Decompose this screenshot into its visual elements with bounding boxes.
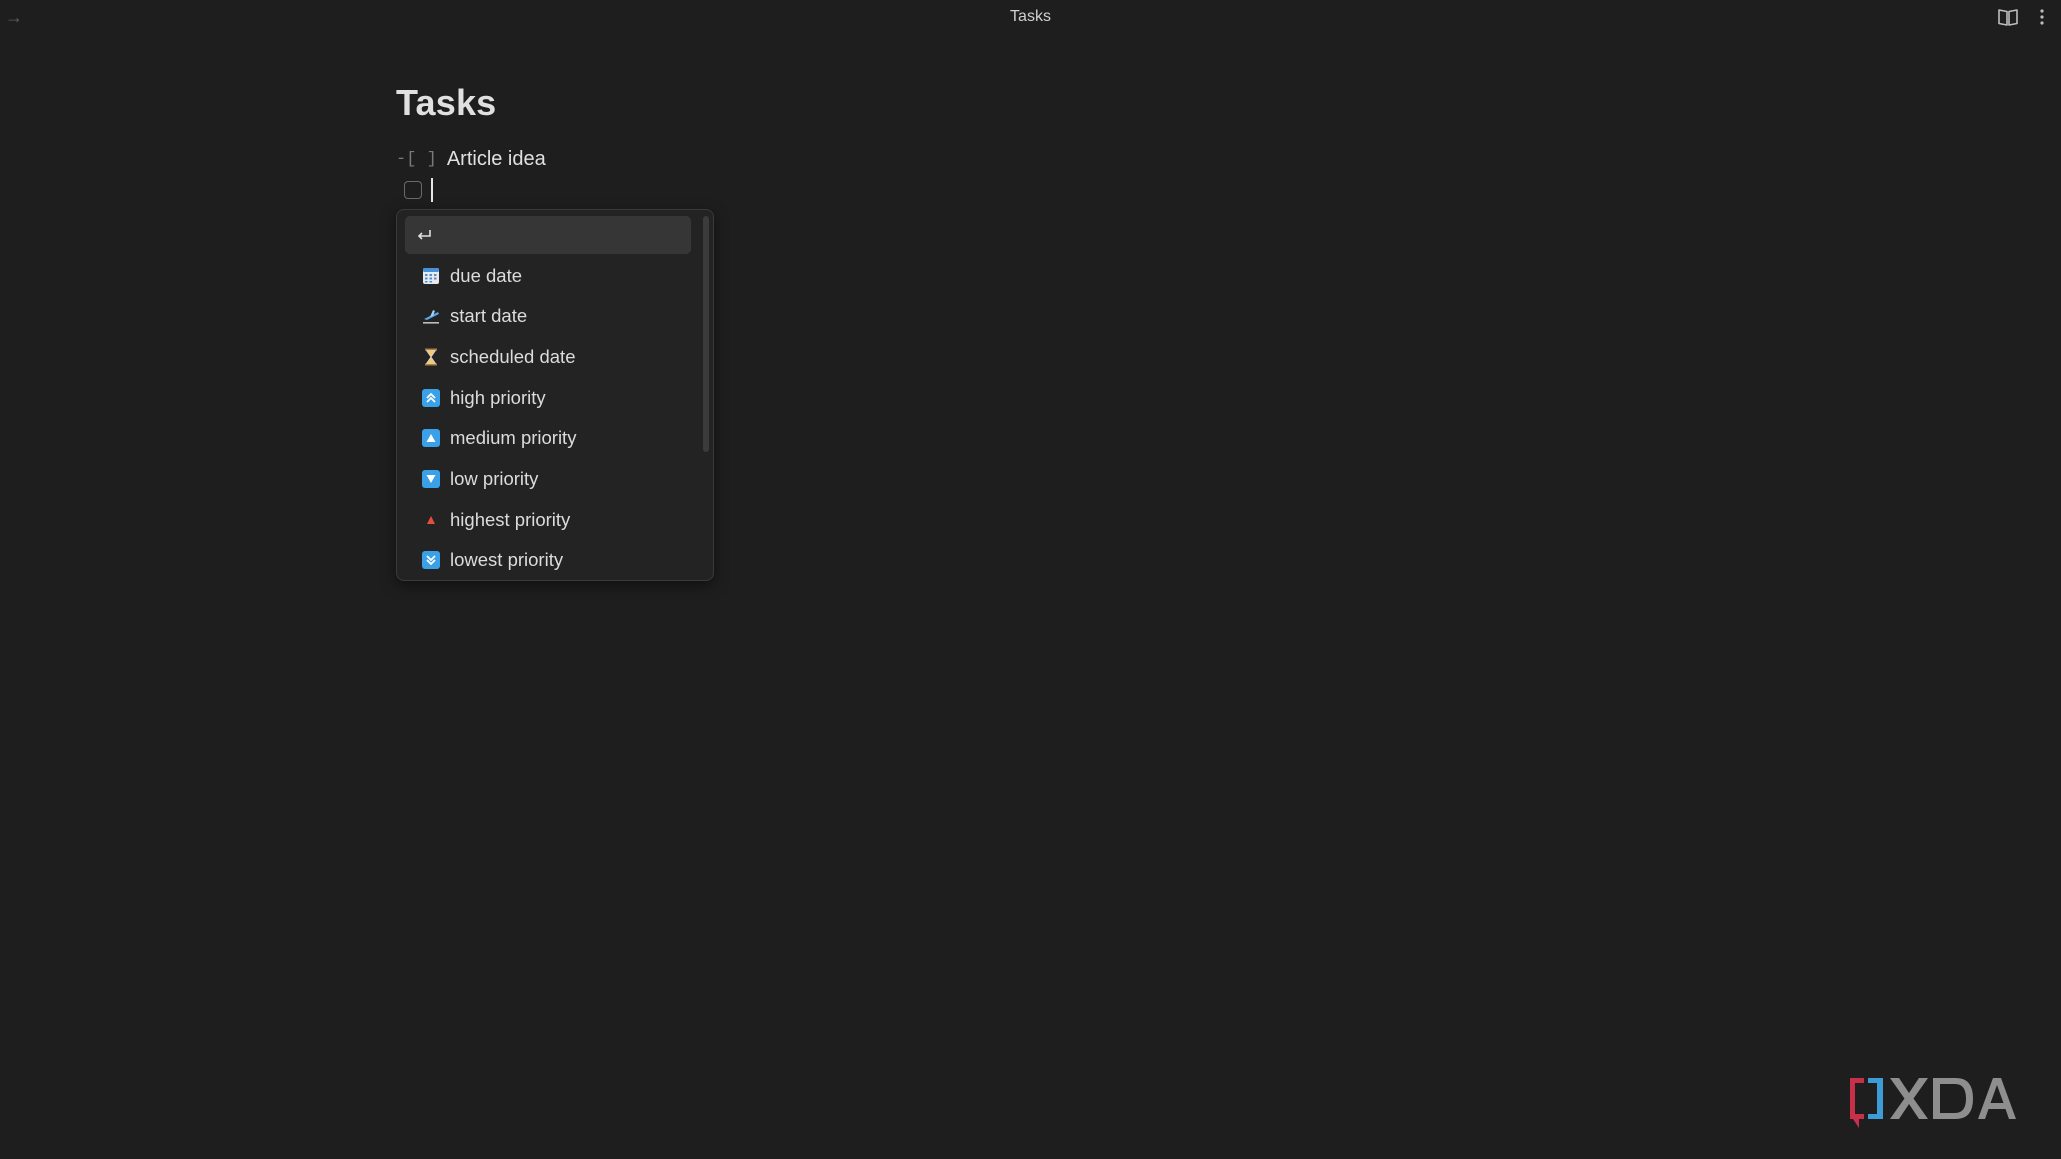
suggestion-scrollbar[interactable] (703, 216, 709, 452)
suggestion-item-low-priority[interactable]: low priority (405, 460, 691, 498)
suggestion-label: lowest priority (450, 549, 564, 570)
task-markdown-prefix: -[ ] (396, 149, 437, 169)
suggestion-item-scheduled-date[interactable]: scheduled date (405, 338, 691, 376)
title-bar: → Tasks (0, 0, 2061, 34)
suggestion-item-start-date[interactable]: start date (405, 297, 691, 335)
lowest-priority-icon (422, 551, 440, 569)
hourglass-icon (422, 348, 440, 366)
highest-priority-icon (422, 511, 440, 529)
low-priority-icon (422, 470, 440, 488)
task-suggestion-popup: due date start date scheduled date high … (396, 209, 714, 581)
task-text: Article idea (446, 147, 546, 170)
suggestion-label: low priority (450, 468, 539, 489)
suggestion-item-highest-priority[interactable]: highest priority (405, 501, 691, 539)
suggestion-label: medium priority (450, 427, 577, 448)
suggestion-label: highest priority (450, 509, 571, 530)
new-task-line[interactable] (404, 178, 433, 202)
more-options-button[interactable] (2032, 5, 2052, 29)
calendar-icon (422, 267, 440, 285)
suggestion-label: high priority (450, 387, 546, 408)
suggestion-label: scheduled date (450, 346, 576, 367)
medium-priority-icon (422, 429, 440, 447)
suggestion-item-medium-priority[interactable]: medium priority (405, 419, 691, 457)
high-priority-icon (422, 389, 440, 407)
return-icon (415, 226, 433, 244)
window-title: Tasks (1010, 8, 1051, 25)
task-checkbox[interactable] (404, 181, 422, 199)
more-vertical-icon (2040, 9, 2044, 25)
airplane-departure-icon (422, 307, 440, 325)
suggestion-label: start date (450, 305, 528, 326)
suggestion-item-due-date[interactable]: due date (405, 257, 691, 295)
note-title: Tasks (396, 82, 497, 123)
suggestion-item-newline[interactable] (405, 216, 691, 254)
task-line[interactable]: -[ ] Article idea (396, 146, 546, 172)
suggestion-label: due date (450, 265, 523, 286)
suggestion-item-high-priority[interactable]: high priority (405, 379, 691, 417)
xda-watermark-logo (1846, 1074, 2041, 1132)
text-cursor (431, 178, 433, 202)
book-open-icon (1998, 9, 2018, 26)
reading-view-button[interactable] (1996, 5, 2020, 29)
suggestion-item-lowest-priority[interactable]: lowest priority (405, 541, 691, 579)
